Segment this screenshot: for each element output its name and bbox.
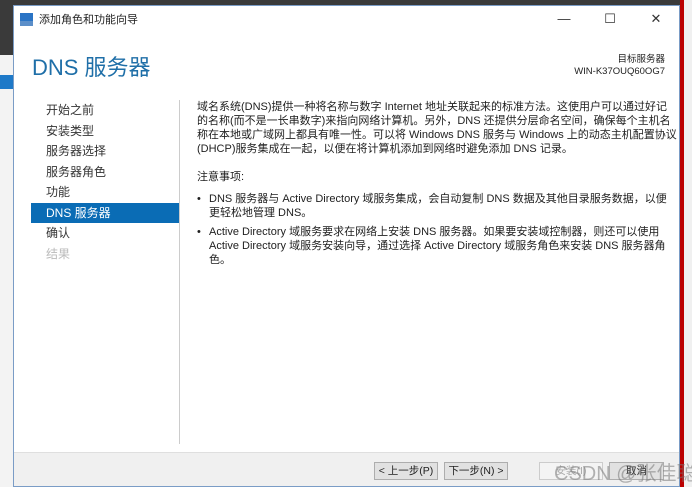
- close-button[interactable]: ✕: [633, 11, 679, 27]
- step-installation-type[interactable]: 安装类型: [31, 121, 179, 142]
- step-confirmation[interactable]: 确认: [31, 223, 179, 244]
- maximize-button[interactable]: ☐: [587, 11, 633, 27]
- title-bar: 添加角色和功能向导 — ☐ ✕: [14, 6, 679, 32]
- note-item: Active Directory 域服务要求在网络上安装 DNS 服务器。如果要…: [197, 225, 677, 267]
- step-results: 结果: [46, 246, 71, 261]
- target-server-name: WIN-K37OUQ60OG7: [574, 66, 665, 77]
- install-button: 安装(I): [539, 462, 603, 480]
- step-dns-server[interactable]: DNS 服务器: [31, 202, 179, 223]
- window-title: 添加角色和功能向导: [39, 14, 138, 26]
- cancel-button[interactable]: 取消: [609, 462, 664, 480]
- footer: < 上一步(P) 下一步(N) > 安装(I) 取消 CSDN @张佳聪: [14, 452, 692, 486]
- step-server-roles[interactable]: 服务器角色: [31, 162, 179, 183]
- note-item: DNS 服务器与 Active Directory 域服务集成，会自动复制 DN…: [197, 192, 677, 220]
- notes-title: 注意事项:: [197, 171, 245, 183]
- minimize-button[interactable]: —: [541, 11, 587, 27]
- next-button[interactable]: 下一步(N) >: [444, 462, 508, 480]
- divider: [179, 100, 180, 444]
- server-manager-icon: [20, 12, 33, 26]
- content-pane: 域名系统(DNS)提供一种将名称与数字 Internet 地址关联起来的标准方法…: [197, 100, 677, 272]
- target-server: 目标服务器 WIN-K37OUQ60OG7: [574, 54, 665, 78]
- background-right: [680, 0, 692, 487]
- step-features[interactable]: 功能: [31, 182, 179, 203]
- step-server-selection[interactable]: 服务器选择: [31, 141, 179, 162]
- previous-button[interactable]: < 上一步(P): [374, 462, 438, 480]
- step-before-you-begin[interactable]: 开始之前: [31, 100, 179, 121]
- intro-text: 域名系统(DNS)提供一种将名称与数字 Internet 地址关联起来的标准方法…: [197, 101, 677, 155]
- target-server-label: 目标服务器: [617, 54, 665, 65]
- wizard-steps: 开始之前 安装类型 服务器选择 服务器角色 功能 DNS 服务器 确认 结果: [31, 100, 179, 264]
- background-app: [0, 55, 14, 487]
- page-title: DNS 服务器: [32, 55, 151, 80]
- wizard-window: 添加角色和功能向导 — ☐ ✕ DNS 服务器 目标服务器 WIN-K37OUQ…: [13, 5, 692, 487]
